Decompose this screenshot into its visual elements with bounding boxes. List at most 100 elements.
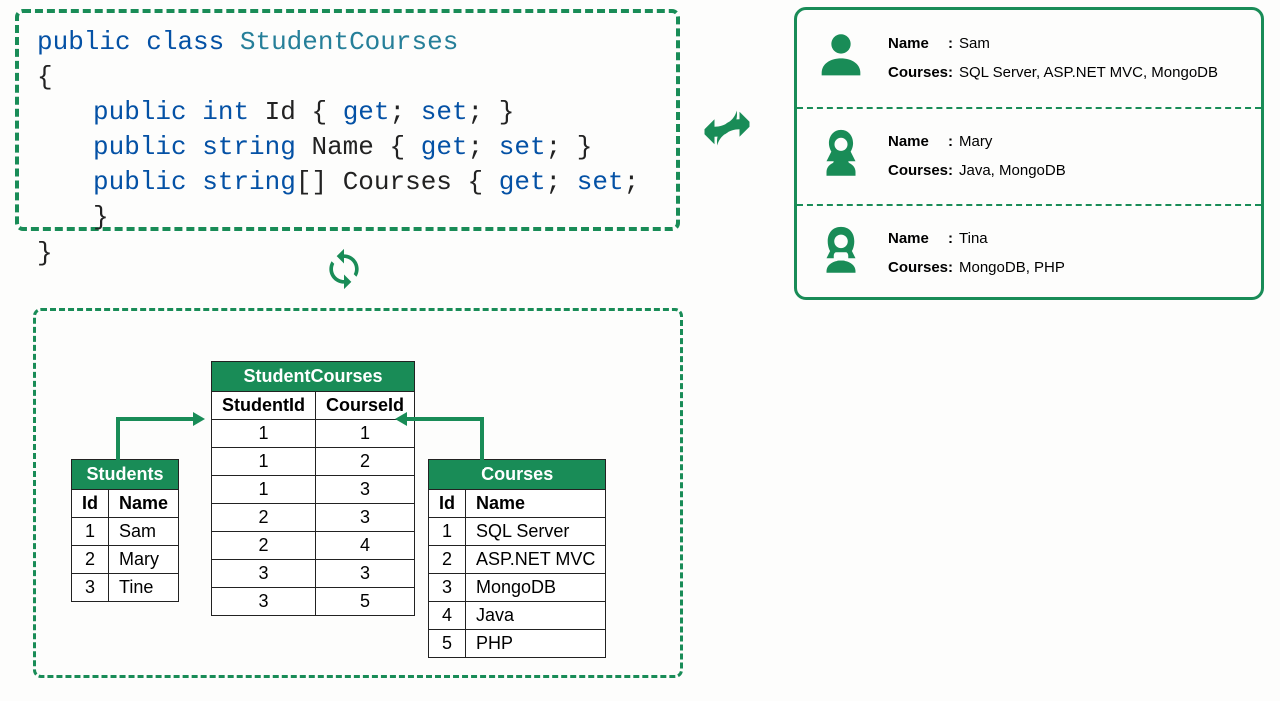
field-value: SQL Server, ASP.NET MVC, MongoDB <box>959 64 1218 81</box>
table-header: Name <box>109 490 179 518</box>
kw: public <box>93 132 187 162</box>
table-row: 24 <box>212 532 415 560</box>
cell: 2 <box>72 546 109 574</box>
table-row: 11 <box>212 420 415 448</box>
sync-icon <box>697 98 757 163</box>
table-row: 5PHP <box>429 630 606 658</box>
table-row: 35 <box>212 588 415 616</box>
cell: 5 <box>316 588 415 616</box>
kw: get <box>421 132 468 162</box>
field-label-courses: Courses <box>888 157 948 186</box>
field-value: Tina <box>959 230 988 247</box>
code-line-1: public class StudentCourses <box>37 25 658 60</box>
cell: 2 <box>429 546 466 574</box>
kw: set <box>577 167 624 197</box>
table-header: Id <box>72 490 109 518</box>
code-lbrace: { <box>37 60 658 95</box>
table-row: 4Java <box>429 602 606 630</box>
prop-name: Id <box>265 97 296 127</box>
keyword-public: public <box>37 27 131 57</box>
code-line-3: public string Name { get; set; } <box>37 130 658 165</box>
field-value: Sam <box>959 35 990 52</box>
table-row: 1SQL Server <box>429 518 606 546</box>
table-row: 3Tine <box>72 574 179 602</box>
document-fields: Name:Mary Courses:Java, MongoDB <box>888 128 1066 185</box>
field-value: MongoDB, PHP <box>959 259 1065 276</box>
table-row: 2Mary <box>72 546 179 574</box>
kw: int <box>202 97 249 127</box>
table-header: Name <box>466 490 606 518</box>
kw: public <box>93 167 187 197</box>
document-fields: Name:Sam Courses:SQL Server, ASP.NET MVC… <box>888 30 1218 87</box>
cell: 1 <box>212 420 316 448</box>
prop-name: Courses <box>343 167 452 197</box>
person-male-icon <box>812 27 870 90</box>
cell: MongoDB <box>466 574 606 602</box>
cell: Java <box>466 602 606 630</box>
code-line-4: public string[] Courses { get; set; } <box>37 165 658 235</box>
code-box: public class StudentCourses { public int… <box>15 9 680 231</box>
cell: 1 <box>72 518 109 546</box>
cell: 3 <box>316 504 415 532</box>
table-courses: Courses Id Name 1SQL Server 2ASP.NET MVC… <box>428 459 606 658</box>
document-item: Name:Mary Courses:Java, MongoDB <box>797 107 1261 204</box>
document-item: Name:Sam Courses:SQL Server, ASP.NET MVC… <box>797 10 1261 107</box>
cell: Mary <box>109 546 179 574</box>
kw: get <box>343 97 390 127</box>
kw: public <box>93 97 187 127</box>
prop-name: Name <box>311 132 373 162</box>
kw: get <box>499 167 546 197</box>
table-header: Id <box>429 490 466 518</box>
table-row: 1Sam <box>72 518 179 546</box>
cell: 5 <box>429 630 466 658</box>
table-row: 2ASP.NET MVC <box>429 546 606 574</box>
cell: PHP <box>466 630 606 658</box>
field-label-name: Name <box>888 225 948 254</box>
field-label-courses: Courses <box>888 254 948 283</box>
cell: 4 <box>316 532 415 560</box>
table-row: 13 <box>212 476 415 504</box>
cell: 3 <box>316 560 415 588</box>
cell: 1 <box>212 448 316 476</box>
cell: Sam <box>109 518 179 546</box>
cell: 4 <box>429 602 466 630</box>
table-row: 3MongoDB <box>429 574 606 602</box>
relation-arrow-icon <box>113 411 211 486</box>
documents-panel: Name:Sam Courses:SQL Server, ASP.NET MVC… <box>794 7 1264 300</box>
field-label-courses: Courses <box>888 59 948 88</box>
brackets: [] <box>296 167 327 197</box>
person-female-icon <box>812 222 870 285</box>
tables-panel: Students Id Name 1Sam 2Mary 3Tine Studen… <box>33 308 683 678</box>
kw: set <box>499 132 546 162</box>
cell: 2 <box>212 504 316 532</box>
field-value: Java, MongoDB <box>959 162 1066 179</box>
person-female-icon <box>812 125 870 188</box>
cell: 3 <box>72 574 109 602</box>
cell: 1 <box>429 518 466 546</box>
cell: Tine <box>109 574 179 602</box>
relation-arrow-icon <box>389 411 487 486</box>
sync-icon <box>322 247 366 296</box>
kw: string <box>202 167 296 197</box>
table-row: 33 <box>212 560 415 588</box>
document-item: Name:Tina Courses:MongoDB, PHP <box>797 204 1261 300</box>
table-studentcourses: StudentCourses StudentId CourseId 11 12 … <box>211 361 415 616</box>
cell: 2 <box>212 532 316 560</box>
table-row: 12 <box>212 448 415 476</box>
table-header: StudentId <box>212 392 316 420</box>
cell: ASP.NET MVC <box>466 546 606 574</box>
cell: 3 <box>212 560 316 588</box>
code-line-2: public int Id { get; set; } <box>37 95 658 130</box>
table-row: 23 <box>212 504 415 532</box>
cell: 1 <box>212 476 316 504</box>
table-title: StudentCourses <box>212 362 415 392</box>
field-label-name: Name <box>888 30 948 59</box>
kw: set <box>421 97 468 127</box>
cell: 3 <box>429 574 466 602</box>
document-fields: Name:Tina Courses:MongoDB, PHP <box>888 225 1065 282</box>
keyword-class: class <box>146 27 224 57</box>
field-value: Mary <box>959 133 992 150</box>
cell: SQL Server <box>466 518 606 546</box>
classname: StudentCourses <box>240 27 458 57</box>
field-label-name: Name <box>888 128 948 157</box>
